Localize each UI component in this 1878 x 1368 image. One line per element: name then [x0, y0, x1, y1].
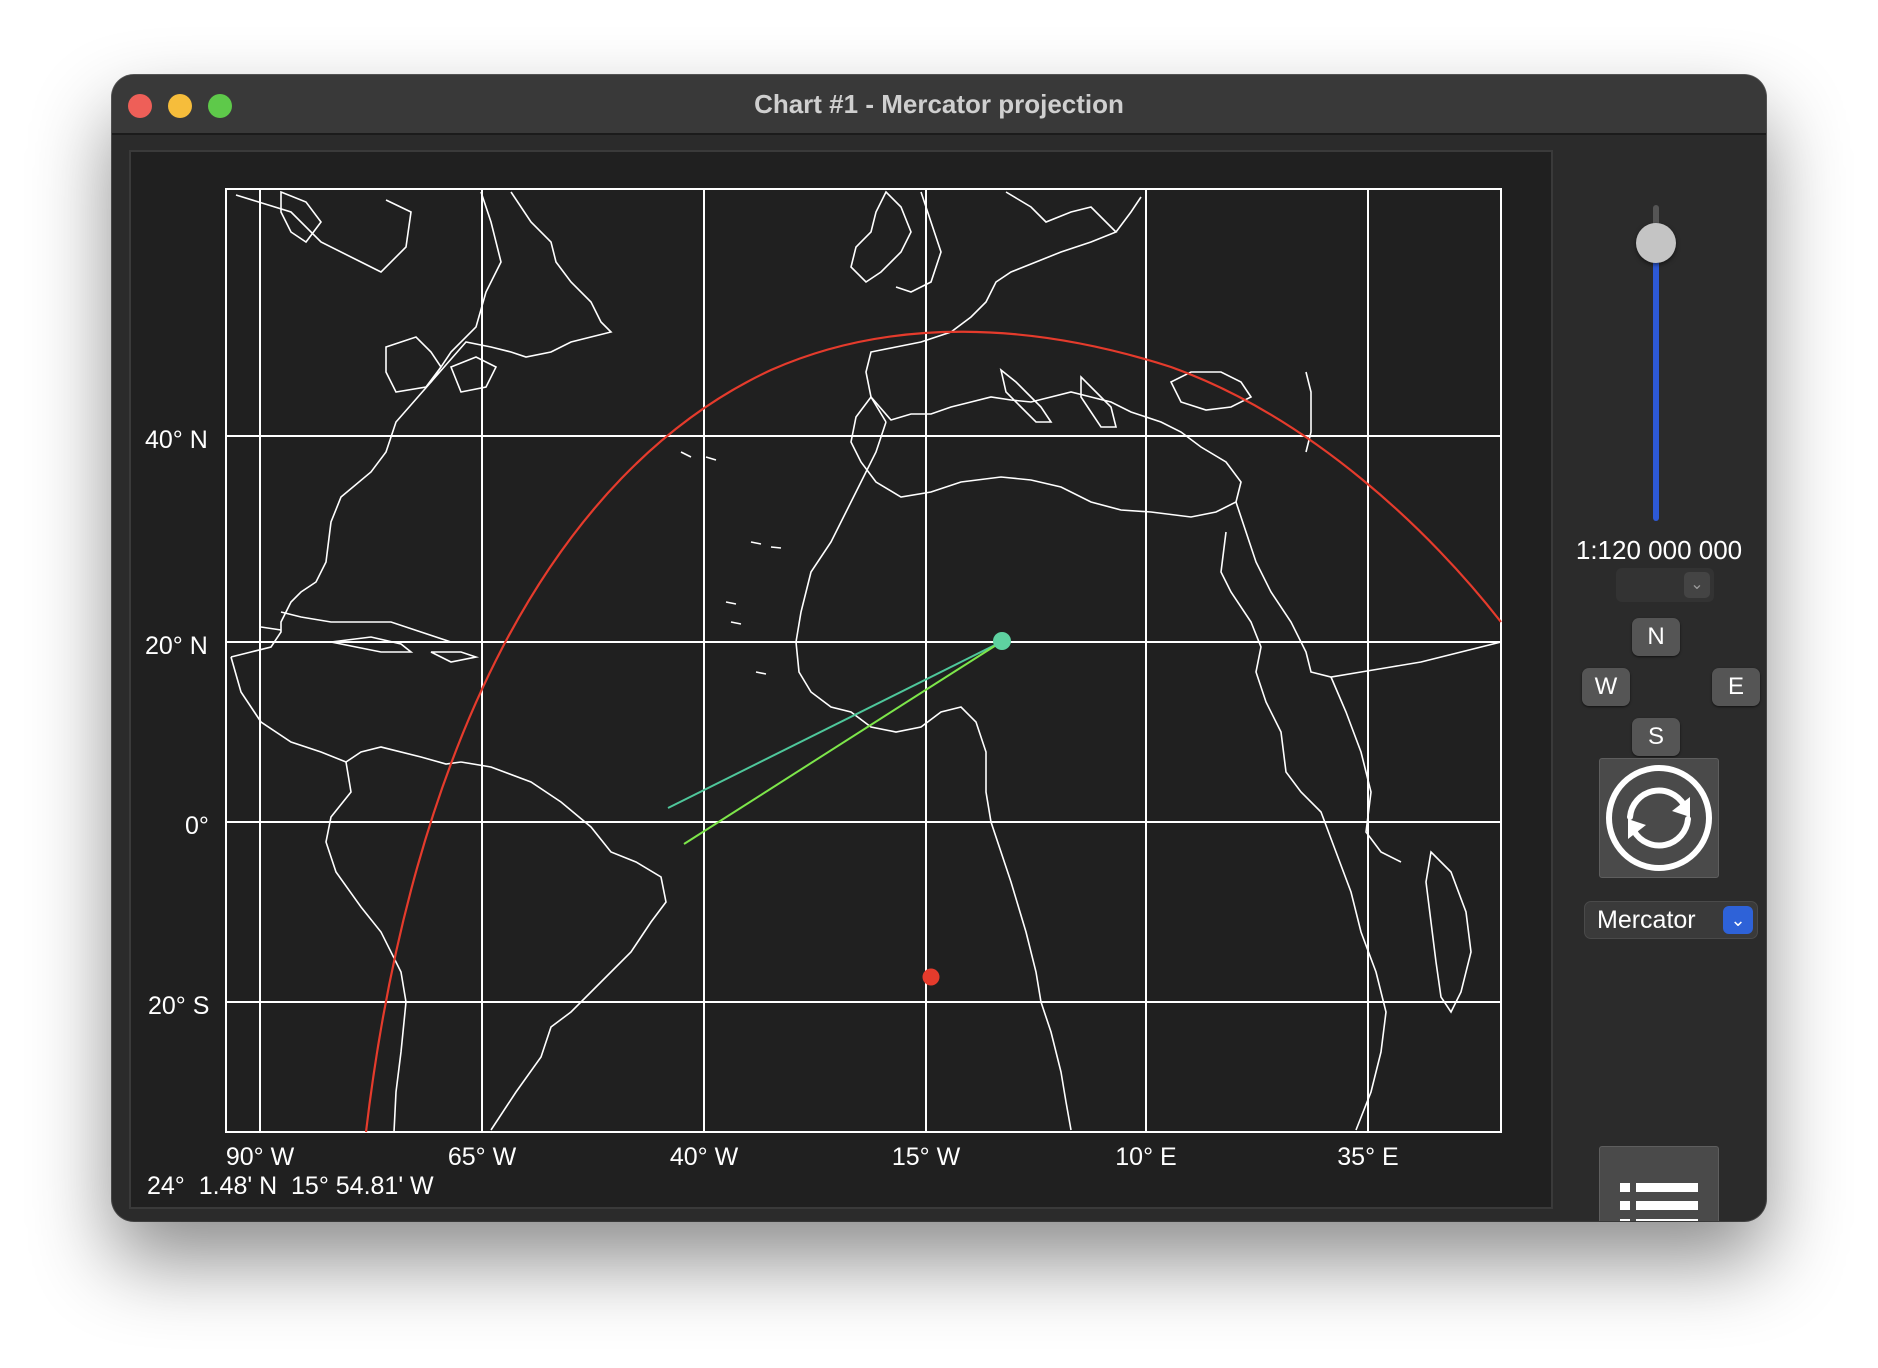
refresh-button[interactable] — [1599, 758, 1719, 878]
map-panel[interactable]: 40° N 20° N 0° 20° S 90° W 65° W 40° W 1… — [129, 150, 1553, 1209]
pan-south-button[interactable]: S — [1632, 718, 1680, 756]
list-button[interactable] — [1599, 1146, 1719, 1221]
red-point-marker[interactable] — [922, 968, 940, 986]
lon-label: 15° W — [892, 1143, 961, 1171]
lon-label: 65° W — [448, 1143, 517, 1171]
pan-east-button[interactable]: E — [1712, 668, 1760, 706]
lat-label: 20° N — [145, 632, 208, 660]
lat-label: 40° N — [145, 426, 208, 454]
title-bar: Chart #1 - Mercator projection — [112, 75, 1766, 135]
pan-north-button[interactable]: N — [1632, 618, 1680, 656]
lat-label: 20° S — [148, 992, 209, 1020]
track-green — [683, 641, 1002, 845]
refresh-icon — [1606, 765, 1712, 871]
control-sidebar: 1:120 000 000 ⌄ N W E S Mercator ⌄ — [1562, 135, 1766, 1221]
lon-label: 10° E — [1115, 1143, 1176, 1171]
map-frame — [225, 188, 1502, 1133]
chevron-down-icon: ⌄ — [1684, 572, 1710, 598]
pan-west-button[interactable]: W — [1582, 668, 1630, 706]
meridian-lines — [259, 189, 1369, 1132]
lat-label: 0° — [185, 812, 209, 840]
teal-point-marker[interactable] — [993, 632, 1011, 650]
scale-label: 1:120 000 000 — [1575, 535, 1743, 565]
zoom-slider-track[interactable] — [1653, 223, 1659, 521]
cursor-coordinate-readout: 24° 1.48' N 15° 54.81' W — [147, 1172, 434, 1200]
projection-select[interactable]: Mercator ⌄ — [1584, 901, 1758, 939]
lon-label: 35° E — [1337, 1143, 1398, 1171]
zoom-slider-knob[interactable] — [1636, 223, 1676, 263]
map-canvas[interactable]: 40° N 20° N 0° 20° S 90° W 65° W 40° W 1… — [131, 152, 1551, 1207]
window-title: Chart #1 - Mercator projection — [754, 89, 1124, 119]
scale-select[interactable]: ⌄ — [1616, 568, 1714, 602]
chevron-down-icon: ⌄ — [1723, 906, 1753, 934]
projection-select-value: Mercator — [1597, 906, 1696, 934]
parallel-lines — [226, 435, 1501, 1003]
great-circle-arc — [364, 330, 1502, 1133]
lon-label: 40° W — [670, 1143, 739, 1171]
list-icon — [1620, 1183, 1698, 1221]
track-teal — [667, 641, 1002, 809]
chart-window: Chart #1 - Mercator projection 40° N 20°… — [112, 75, 1766, 1221]
lon-label: 90° W — [226, 1143, 295, 1171]
coastlines — [230, 190, 1502, 1133]
